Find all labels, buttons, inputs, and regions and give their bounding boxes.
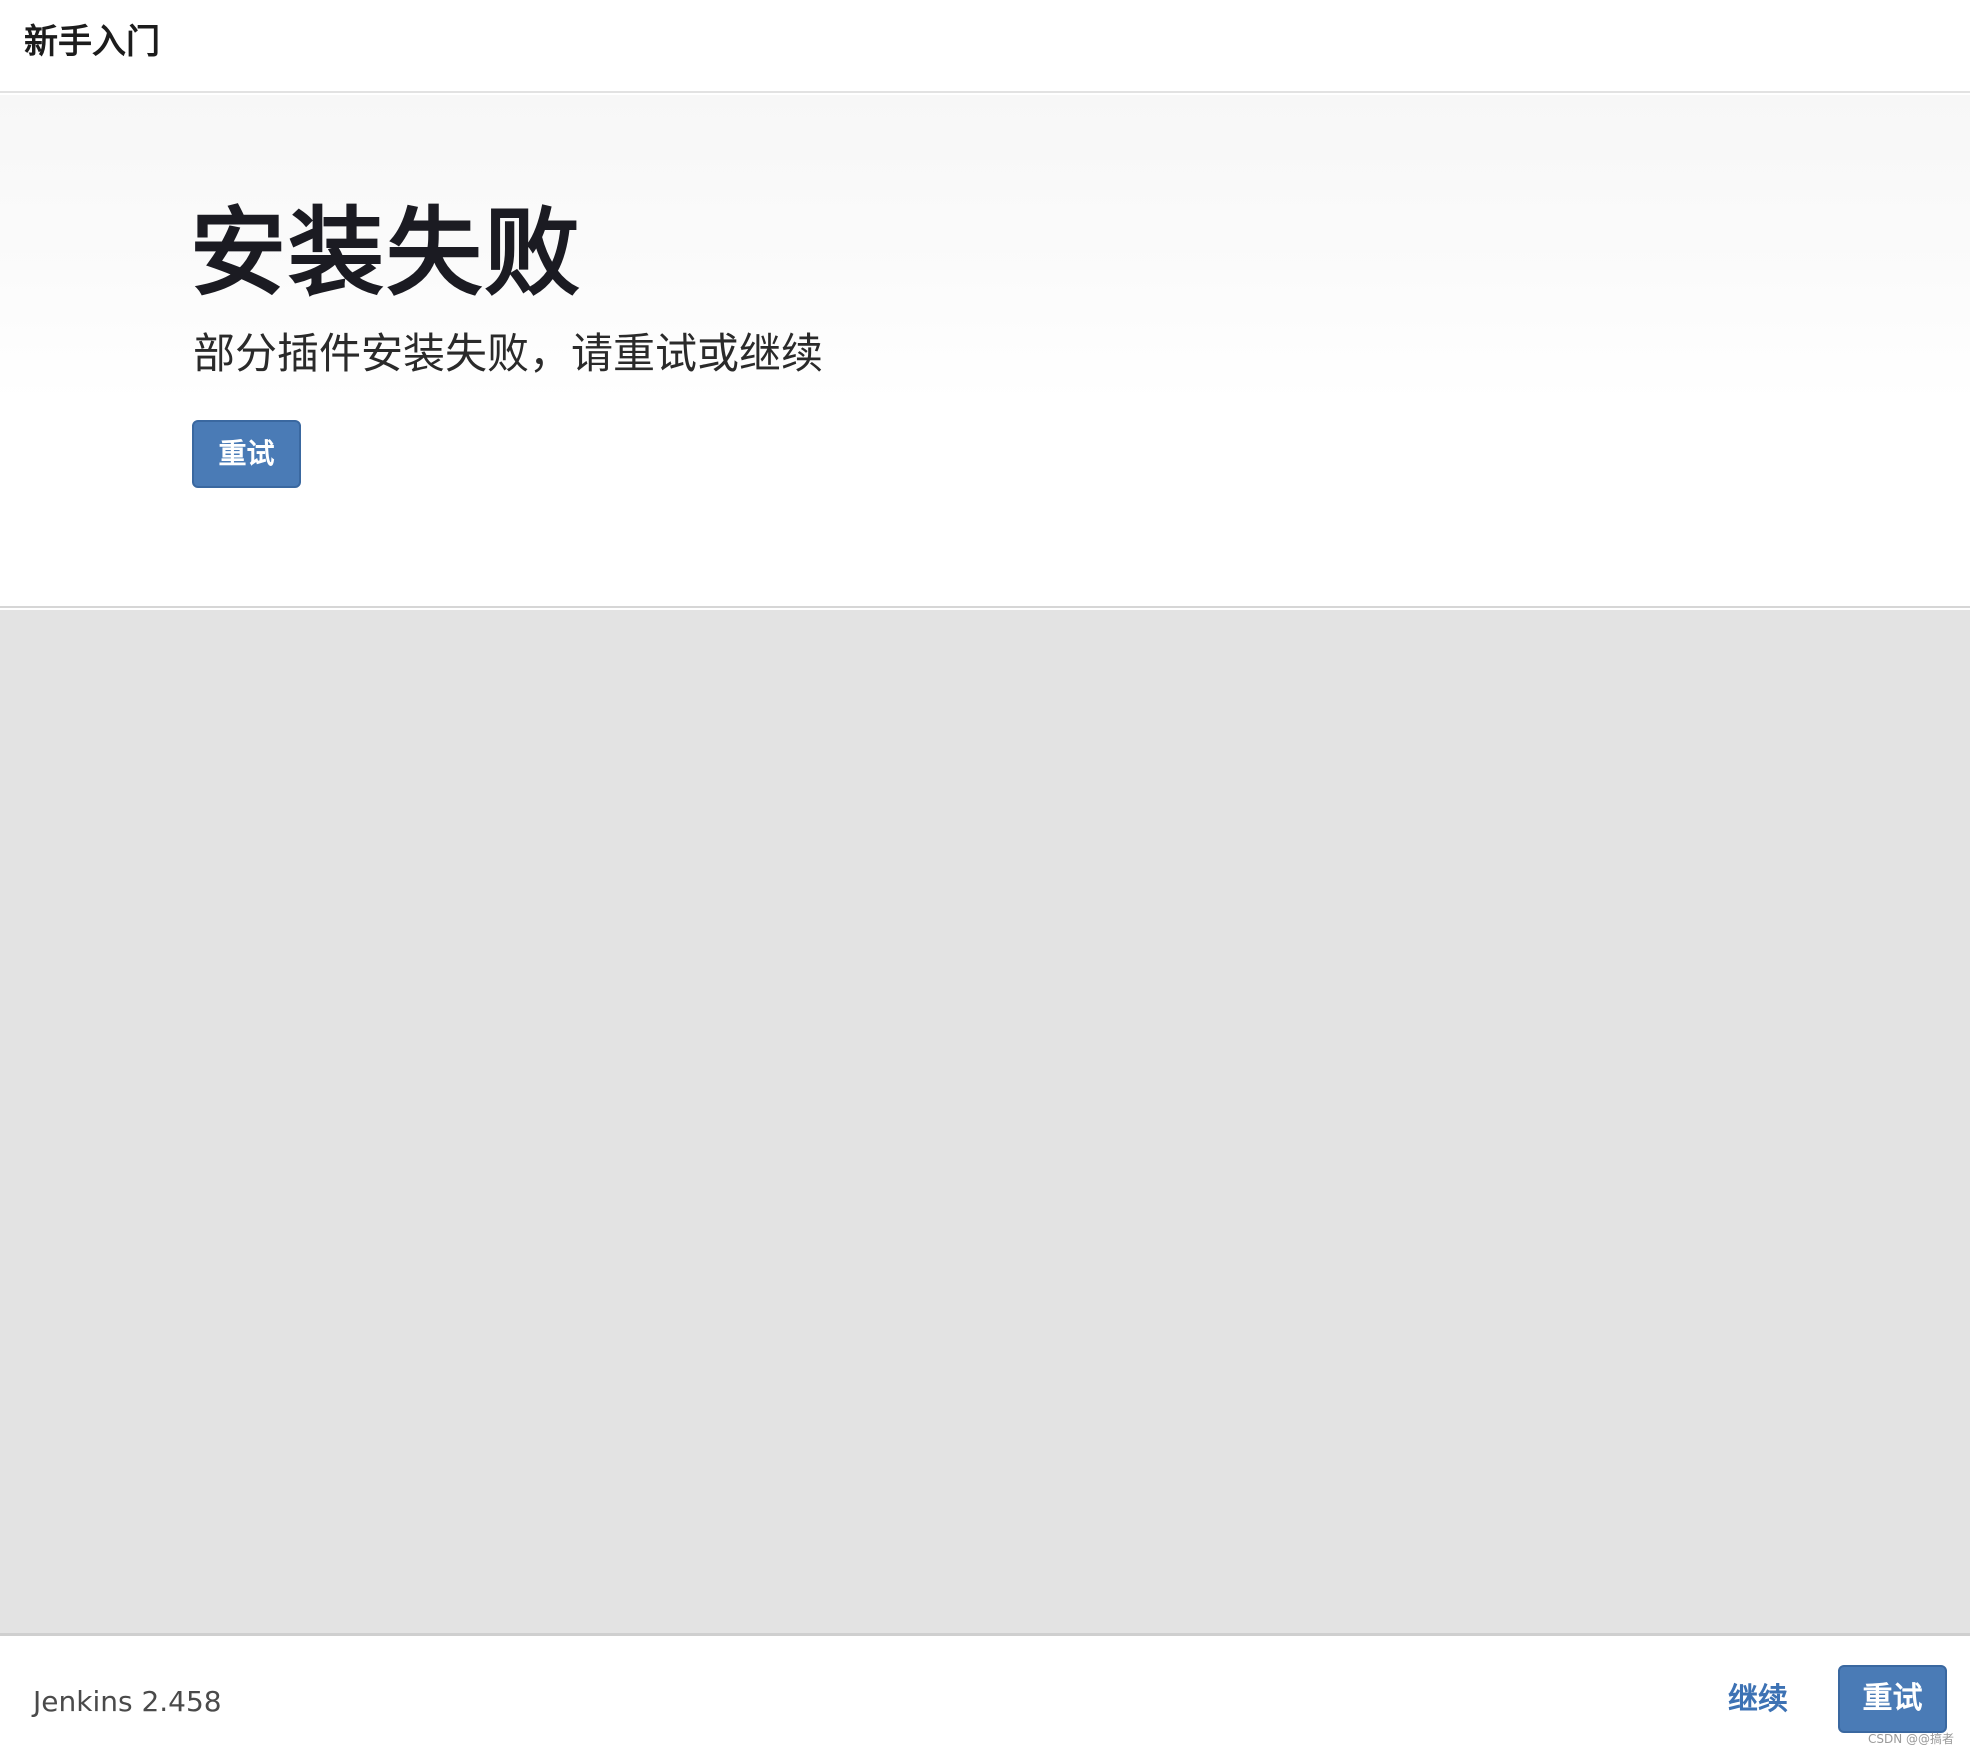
retry-button[interactable]: 重试 xyxy=(192,420,301,488)
wizard-title: 新手入门 xyxy=(24,22,160,62)
setup-wizard: 新手入门 安装失败 部分插件安装失败，请重试或继续 重试 Jenkins 2.4… xyxy=(0,0,1970,1750)
top-bar: 新手入门 xyxy=(0,0,1970,93)
plugin-list-area xyxy=(0,610,1970,1633)
page-title: 安装失败 xyxy=(190,197,582,309)
page-subtitle: 部分插件安装失败，请重试或继续 xyxy=(193,329,824,378)
continue-button[interactable]: 继续 xyxy=(1728,1679,1788,1721)
footer-retry-button[interactable]: 重试 xyxy=(1838,1665,1947,1733)
version-label: Jenkins 2.458 xyxy=(33,1685,222,1718)
footer-bar: Jenkins 2.458 继续 重试 CSDN @@搞者 xyxy=(0,1633,1970,1750)
hero-panel: 安装失败 部分插件安装失败，请重试或继续 重试 xyxy=(0,95,1970,608)
watermark: CSDN @@搞者 xyxy=(1867,1732,1954,1746)
